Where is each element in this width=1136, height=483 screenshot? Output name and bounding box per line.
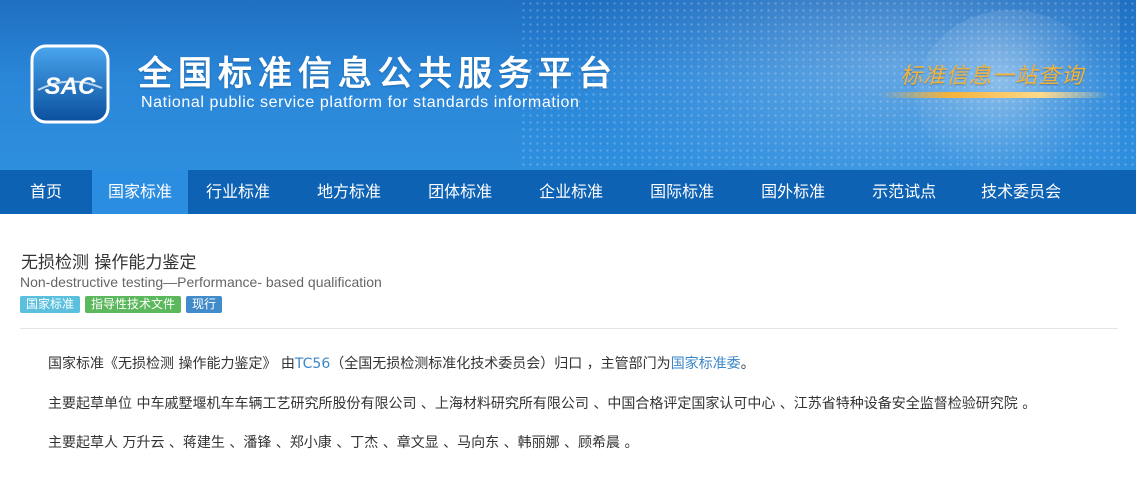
- committee-link[interactable]: TC56: [295, 356, 330, 372]
- governance-middle: （全国无损检测标准化技术委员会）归口 ，主管部门为: [330, 356, 671, 372]
- globe-graphic: [916, 10, 1106, 170]
- nav-local-standards[interactable]: 地方标准: [299, 170, 399, 214]
- slogan: 标准信息一站查询: [900, 64, 1085, 89]
- tag-guidance-document: 指导性技术文件: [85, 296, 182, 313]
- nav-national-standards[interactable]: 国家标准: [92, 170, 189, 214]
- standard-detail: 无损检测 操作能力鉴定 Non-destructive testing—Perf…: [0, 228, 1136, 483]
- nav-enterprise-standards[interactable]: 企业标准: [521, 170, 621, 214]
- drafting-units-paragraph: 主要起草单位 中车戚墅堰机车车辆工艺研究所股份有限公司 、上海材料研究所有限公司…: [48, 396, 1037, 412]
- nav-group-standards[interactable]: 团体标准: [410, 170, 510, 214]
- nav-home[interactable]: 首页: [0, 170, 92, 214]
- standard-title: 无损检测 操作能力鉴定: [21, 253, 197, 273]
- main-nav: 首页 国家标准 行业标准 地方标准 团体标准 企业标准 国际标准 国外标准 示范…: [0, 170, 1136, 214]
- authority-link[interactable]: 国家标准委: [671, 356, 741, 372]
- governance-paragraph: 国家标准《无损检测 操作能力鉴定》 由TC56（全国无损检测标准化技术委员会）归…: [48, 353, 755, 373]
- nav-foreign-standards[interactable]: 国外标准: [743, 170, 843, 214]
- tag-status: 现行: [186, 296, 223, 313]
- slogan-underline: [880, 92, 1110, 98]
- nav-international-standards[interactable]: 国际标准: [632, 170, 732, 214]
- site-subtitle: National public service platform for sta…: [141, 94, 580, 111]
- drafters-paragraph: 主要起草人 万升云 、蒋建生 、潘锋 、郑小康 、丁杰 、章文显 、马向东 、韩…: [48, 435, 639, 451]
- section-divider: [20, 328, 1118, 329]
- nav-technical-committees[interactable]: 技术委员会: [965, 170, 1077, 214]
- governance-prefix: 国家标准《无损检测 操作能力鉴定》 由: [48, 356, 295, 372]
- sac-logo[interactable]: SAC: [30, 44, 110, 124]
- logo-text: SAC: [45, 73, 96, 100]
- governance-suffix: 。: [740, 356, 755, 372]
- header-banner: SAC 全国标准信息公共服务平台 National public service…: [0, 0, 1136, 170]
- standard-title-en: Non-destructive testing—Performance- bas…: [20, 274, 382, 290]
- tag-list: 国家标准 指导性技术文件 现行: [20, 296, 223, 313]
- site-title: 全国标准信息公共服务平台: [138, 54, 618, 94]
- tag-national-standard: 国家标准: [20, 296, 81, 313]
- nav-pilot-demos[interactable]: 示范试点: [854, 170, 954, 214]
- nav-industry-standards[interactable]: 行业标准: [188, 170, 288, 214]
